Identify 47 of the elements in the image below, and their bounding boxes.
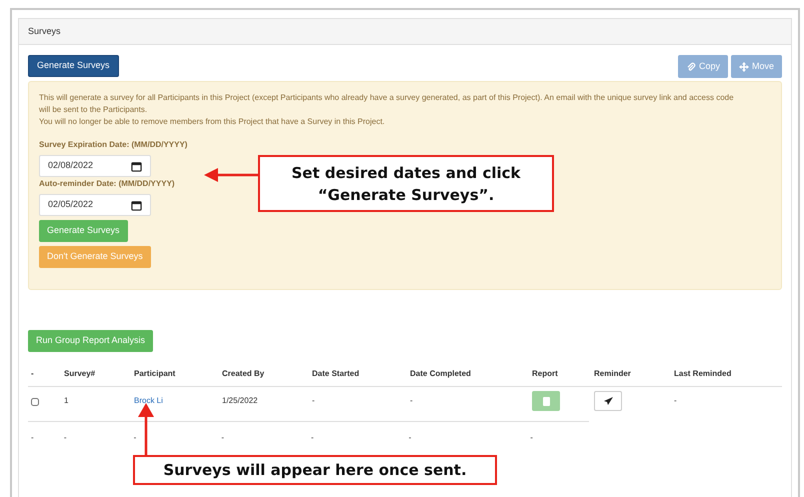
participant-link[interactable]: Brock Li bbox=[134, 396, 163, 405]
field-label: Auto-reminder Date: (MM/DD/YYYY) bbox=[39, 178, 175, 190]
notice-text: You will no longer be able to remove members from this Project that have a Survey in this Project. bbox=[39, 116, 386, 128]
send-icon bbox=[604, 397, 612, 405]
column-header: Date Completed bbox=[409, 368, 472, 380]
paperclip-icon bbox=[686, 62, 696, 72]
table-cell: - bbox=[134, 433, 136, 442]
calendar-icon[interactable] bbox=[131, 160, 142, 172]
table-cell: 1/25/2022 bbox=[222, 396, 258, 405]
table-cell: - bbox=[674, 396, 677, 405]
panel-title: Surveys bbox=[28, 24, 61, 38]
column-header: Last Reminded bbox=[673, 368, 732, 380]
arrow bbox=[204, 168, 260, 182]
callout-box: Surveys will appear here once sent. bbox=[133, 455, 497, 485]
run-analysis-button[interactable]: Run Group Report Analysis bbox=[28, 330, 154, 352]
column-header: Survey# bbox=[63, 368, 96, 380]
column-header: Created By bbox=[221, 368, 266, 380]
callout-box: Set desired dates and click “Generate Surveys”. bbox=[258, 155, 554, 212]
date-field[interactable]: 02/05/2022 bbox=[39, 194, 151, 216]
move-icon bbox=[738, 62, 749, 72]
table-cell: - bbox=[530, 433, 533, 442]
table-cell: - bbox=[311, 433, 314, 442]
column-header: Participant bbox=[133, 368, 176, 380]
calendar-icon[interactable] bbox=[131, 200, 142, 210]
table-cell: - bbox=[312, 396, 315, 405]
notice-text: This will generate a survey for all Participants in this Project (except Participants who already have a survey generated, as part of this Project). An email with the unique survey link and access code will be sent to the Participants. bbox=[39, 92, 735, 116]
table-cell: - bbox=[31, 433, 34, 442]
date-field[interactable]: 02/08/2022 bbox=[39, 155, 151, 177]
table-cell: - bbox=[64, 433, 67, 442]
generate-surveys-button[interactable]: Generate Surveys bbox=[28, 55, 119, 77]
reminder-button[interactable] bbox=[594, 391, 622, 411]
table-cell: - bbox=[408, 433, 412, 442]
column-header: Report bbox=[531, 368, 559, 380]
field-label: Survey Expiration Date: (MM/DD/YYYY) bbox=[39, 139, 188, 151]
table-cell: - bbox=[221, 433, 224, 442]
copy-button[interactable]: Copy bbox=[678, 55, 728, 78]
column-header: Date Started bbox=[311, 368, 360, 380]
row-checkbox[interactable] bbox=[31, 398, 39, 406]
table-cell: - bbox=[410, 396, 413, 405]
column-header: - bbox=[30, 368, 35, 380]
action-button[interactable]: Generate Surveys bbox=[39, 220, 128, 242]
column-header: Reminder bbox=[593, 368, 632, 380]
table-cell: 1 bbox=[64, 396, 68, 405]
action-button[interactable]: Don't Generate Surveys bbox=[39, 246, 151, 268]
arrow bbox=[138, 403, 154, 456]
move-button[interactable]: Move bbox=[730, 55, 782, 78]
document-icon bbox=[542, 396, 550, 406]
